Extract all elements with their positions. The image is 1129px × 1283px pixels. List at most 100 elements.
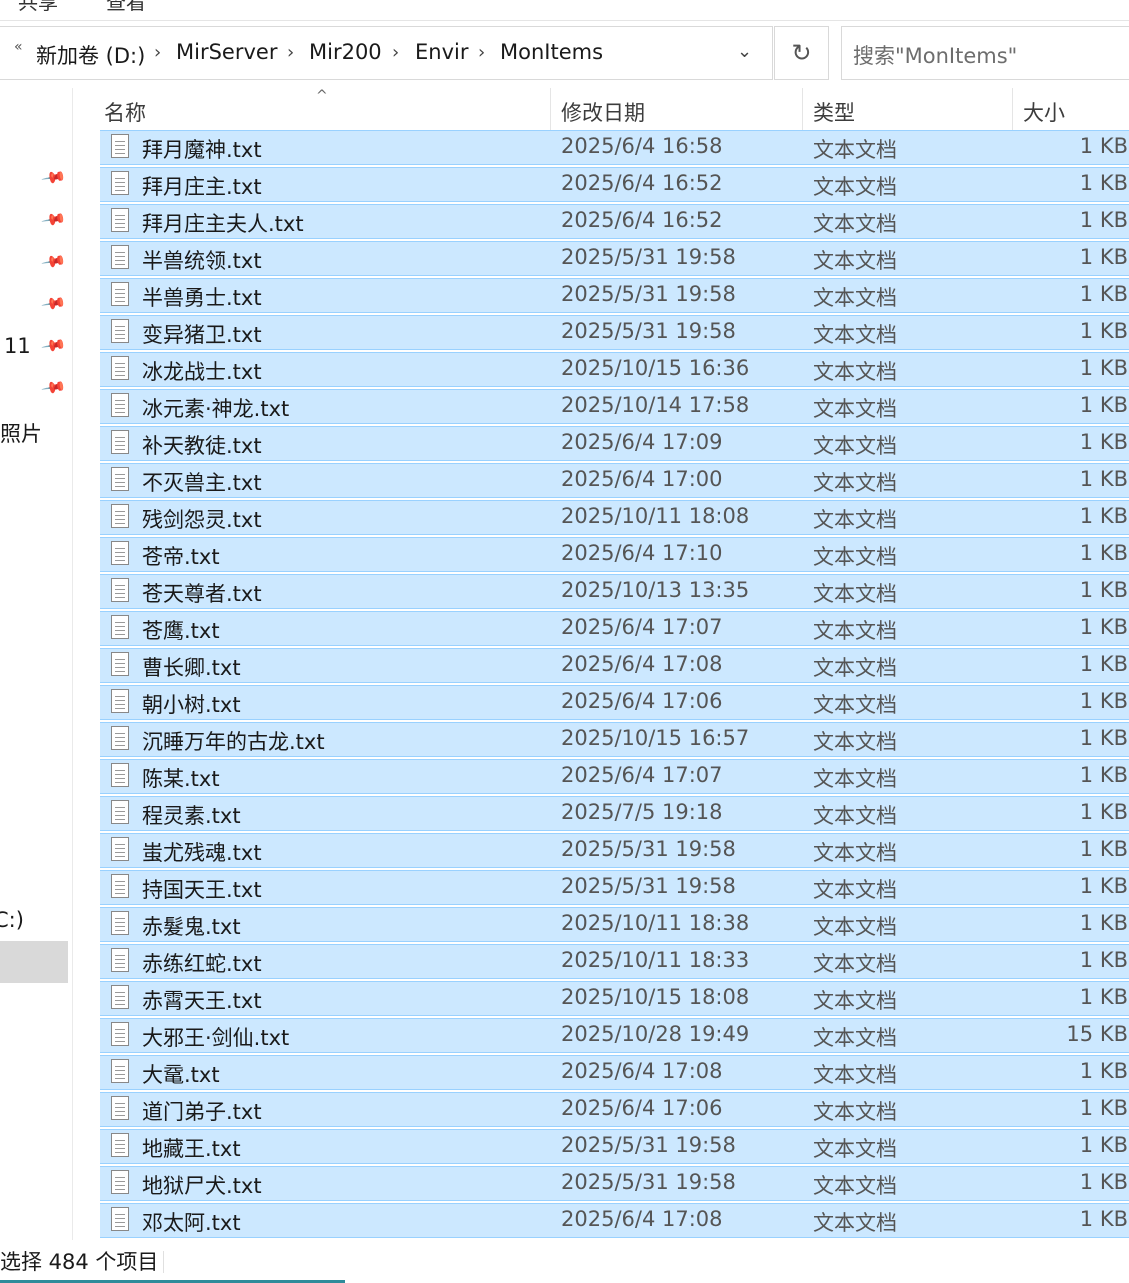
file-size: 1 KB: [1079, 726, 1128, 750]
tab-share[interactable]: 共享: [18, 0, 58, 15]
file-name: 朝小树.txt: [142, 693, 241, 717]
column-type[interactable]: 类型: [813, 97, 855, 127]
pin-icon[interactable]: 📌: [40, 164, 67, 191]
pin-icon[interactable]: 📌: [40, 332, 67, 359]
file-type: 文本文档: [813, 1174, 897, 1198]
file-row[interactable]: 不灭兽主.txt 2025/6/4 17:00 文本文档 1 KB: [100, 463, 1129, 498]
nav-selected-item[interactable]: [0, 941, 68, 983]
file-row[interactable]: 半兽统领.txt 2025/5/31 19:58 文本文档 1 KB: [100, 241, 1129, 276]
file-row[interactable]: 赤霄天王.txt 2025/10/15 18:08 文本文档 1 KB: [100, 981, 1129, 1016]
search-box[interactable]: 搜索"MonItems": [841, 26, 1129, 80]
breadcrumb-monitems[interactable]: MonItems: [500, 40, 603, 64]
file-row[interactable]: 地藏王.txt 2025/5/31 19:58 文本文档 1 KB: [100, 1129, 1129, 1164]
column-divider[interactable]: [802, 88, 803, 132]
file-row[interactable]: 冰龙战士.txt 2025/10/15 16:36 文本文档 1 KB: [100, 352, 1129, 387]
column-date-modified[interactable]: 修改日期: [561, 97, 645, 127]
text-file-icon: [111, 652, 129, 676]
column-size[interactable]: 大小: [1023, 97, 1065, 127]
text-file-icon: [111, 689, 129, 713]
file-row[interactable]: 沉睡万年的古龙.txt 2025/10/15 16:57 文本文档 1 KB: [100, 722, 1129, 757]
breadcrumb-separator-icon[interactable]: ›: [392, 42, 399, 63]
file-row[interactable]: 苍鹰.txt 2025/6/4 17:07 文本文档 1 KB: [100, 611, 1129, 646]
file-size: 1 KB: [1079, 134, 1128, 158]
file-row[interactable]: 补天教徒.txt 2025/6/4 17:09 文本文档 1 KB: [100, 426, 1129, 461]
file-row[interactable]: 苍帝.txt 2025/6/4 17:10 文本文档 1 KB: [100, 537, 1129, 572]
breadcrumb-mir200[interactable]: Mir200: [309, 40, 382, 64]
file-row[interactable]: 冰元素·神龙.txt 2025/10/14 17:58 文本文档 1 KB: [100, 389, 1129, 424]
file-row[interactable]: 程灵素.txt 2025/7/5 19:18 文本文档 1 KB: [100, 796, 1129, 831]
file-row[interactable]: 朝小树.txt 2025/6/4 17:06 文本文档 1 KB: [100, 685, 1129, 720]
file-type: 文本文档: [813, 915, 897, 939]
breadcrumb-separator-icon[interactable]: ›: [287, 42, 294, 63]
file-row[interactable]: 道门弟子.txt 2025/6/4 17:06 文本文档 1 KB: [100, 1092, 1129, 1127]
file-type: 文本文档: [813, 693, 897, 717]
file-row[interactable]: 半兽勇士.txt 2025/5/31 19:58 文本文档 1 KB: [100, 278, 1129, 313]
file-type: 文本文档: [813, 138, 897, 162]
file-type: 文本文档: [813, 508, 897, 532]
tab-view[interactable]: 查看: [106, 0, 146, 15]
breadcrumb-separator-icon[interactable]: ›: [154, 42, 161, 63]
file-row[interactable]: 蚩尤残魂.txt 2025/5/31 19:58 文本文档 1 KB: [100, 833, 1129, 868]
pin-icon[interactable]: 📌: [40, 206, 67, 233]
refresh-icon[interactable]: ↻: [774, 26, 829, 80]
nav-item-drive-c[interactable]: C:): [0, 908, 24, 932]
file-date-modified: 2025/6/4 17:09: [561, 430, 723, 454]
file-date-modified: 2025/10/15 16:36: [561, 356, 750, 380]
chevron-down-icon[interactable]: ⌄: [737, 41, 752, 62]
nav-item-photos[interactable]: 照片: [0, 418, 42, 448]
text-file-icon: [111, 504, 129, 528]
file-name: 地狱尸犬.txt: [142, 1174, 262, 1198]
file-name: 程灵素.txt: [142, 804, 241, 828]
file-size: 15 KB: [1066, 1022, 1128, 1046]
search-input[interactable]: 搜索"MonItems": [853, 40, 1017, 70]
file-name: 拜月庄主.txt: [142, 175, 262, 199]
nav-item-11[interactable]: 11: [4, 334, 31, 358]
file-name: 苍天尊者.txt: [142, 582, 262, 606]
file-type: 文本文档: [813, 878, 897, 902]
file-row[interactable]: 残剑怨灵.txt 2025/10/11 18:08 文本文档 1 KB: [100, 500, 1129, 535]
recent-locations-icon[interactable]: «: [14, 39, 23, 55]
column-divider[interactable]: [1012, 88, 1013, 132]
breadcrumb-envir[interactable]: Envir: [415, 40, 468, 64]
file-name: 道门弟子.txt: [142, 1100, 262, 1124]
file-row[interactable]: 赤髮鬼.txt 2025/10/11 18:38 文本文档 1 KB: [100, 907, 1129, 942]
column-divider[interactable]: [550, 88, 551, 132]
file-name: 变异猪卫.txt: [142, 323, 262, 347]
breadcrumb-drive[interactable]: 新加卷 (D:): [36, 40, 145, 70]
file-row[interactable]: 变异猪卫.txt 2025/5/31 19:58 文本文档 1 KB: [100, 315, 1129, 350]
file-row[interactable]: 拜月庄主.txt 2025/6/4 16:52 文本文档 1 KB: [100, 167, 1129, 202]
sort-ascending-icon: ^: [316, 88, 328, 104]
file-size: 1 KB: [1079, 874, 1128, 898]
column-name[interactable]: 名称: [104, 97, 146, 127]
file-row[interactable]: 持国天王.txt 2025/5/31 19:58 文本文档 1 KB: [100, 870, 1129, 905]
file-row[interactable]: 大邪王·剑仙.txt 2025/10/28 19:49 文本文档 15 KB: [100, 1018, 1129, 1053]
pin-icon[interactable]: 📌: [40, 290, 67, 317]
file-row[interactable]: 苍天尊者.txt 2025/10/13 13:35 文本文档 1 KB: [100, 574, 1129, 609]
nav-divider: [72, 88, 73, 1240]
text-file-icon: [111, 1133, 129, 1157]
file-size: 1 KB: [1079, 689, 1128, 713]
file-date-modified: 2025/6/4 17:08: [561, 1207, 723, 1231]
breadcrumb-separator-icon[interactable]: ›: [478, 42, 485, 63]
file-row[interactable]: 邓太阿.txt 2025/6/4 17:08 文本文档 1 KB: [100, 1203, 1129, 1238]
file-row[interactable]: 陈某.txt 2025/6/4 17:07 文本文档 1 KB: [100, 759, 1129, 794]
file-name: 残剑怨灵.txt: [142, 508, 262, 532]
file-name: 苍帝.txt: [142, 545, 220, 569]
breadcrumb-mirserver[interactable]: MirServer: [176, 40, 277, 64]
file-row[interactable]: 大鼋.txt 2025/6/4 17:08 文本文档 1 KB: [100, 1055, 1129, 1090]
pin-icon[interactable]: 📌: [40, 248, 67, 275]
file-row[interactable]: 拜月庄主夫人.txt 2025/6/4 16:52 文本文档 1 KB: [100, 204, 1129, 239]
file-row[interactable]: 赤练红蛇.txt 2025/10/11 18:33 文本文档 1 KB: [100, 944, 1129, 979]
file-size: 1 KB: [1079, 911, 1128, 935]
file-name: 地藏王.txt: [142, 1137, 241, 1161]
file-row[interactable]: 拜月魔神.txt 2025/6/4 16:58 文本文档 1 KB: [100, 130, 1129, 165]
file-row[interactable]: 地狱尸犬.txt 2025/5/31 19:58 文本文档 1 KB: [100, 1166, 1129, 1201]
pin-icon[interactable]: 📌: [40, 374, 67, 401]
address-bar[interactable]: « 新加卷 (D:) › MirServer › Mir200 › Envir …: [0, 26, 773, 80]
file-date-modified: 2025/6/4 16:52: [561, 171, 723, 195]
file-row[interactable]: 曹长卿.txt 2025/6/4 17:08 文本文档 1 KB: [100, 648, 1129, 683]
file-name: 拜月庄主夫人.txt: [142, 212, 304, 236]
file-date-modified: 2025/6/4 17:07: [561, 763, 723, 787]
text-file-icon: [111, 985, 129, 1009]
text-file-icon: [111, 356, 129, 380]
